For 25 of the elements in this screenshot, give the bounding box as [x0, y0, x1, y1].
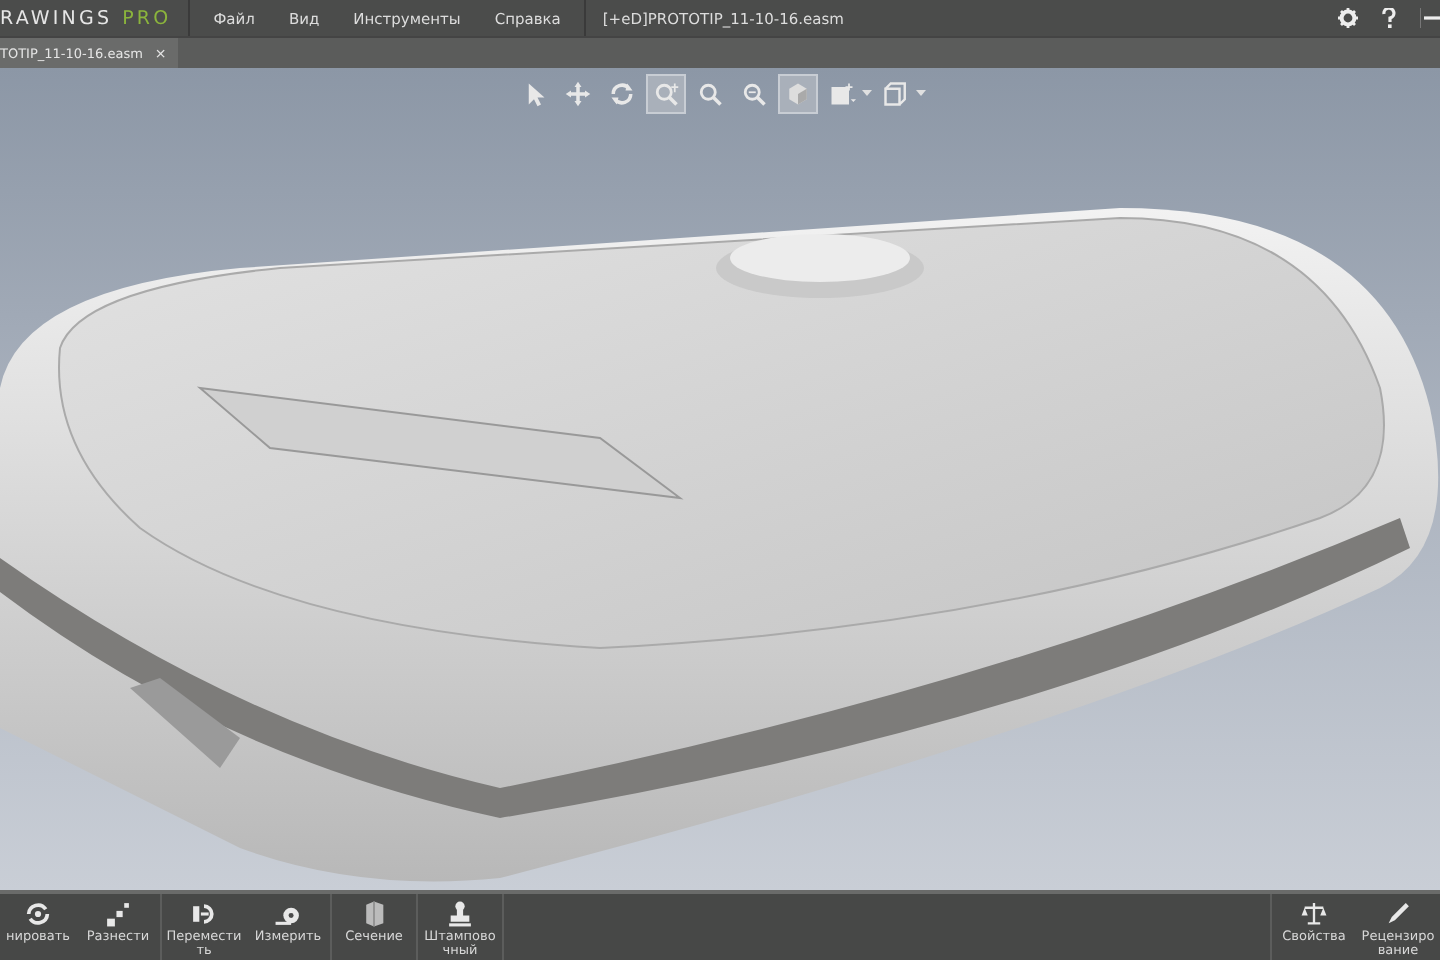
app-logo: RAWINGS [0, 7, 113, 29]
four-arrows-icon [564, 80, 592, 108]
caret-icon[interactable] [916, 90, 926, 98]
minimize-icon[interactable] [1420, 8, 1440, 28]
zoom-area-icon [652, 80, 680, 108]
settings-icon[interactable] [1338, 8, 1358, 28]
steps-icon [104, 900, 132, 928]
shaded-box-icon [828, 80, 856, 108]
help-icon[interactable] [1382, 8, 1396, 28]
zoom-area-tool-button[interactable] [646, 74, 686, 114]
section-cube-icon [360, 900, 388, 928]
stamp-icon [446, 900, 474, 928]
box-outline-icon [882, 80, 910, 108]
cycle-icon [24, 900, 52, 928]
scales-icon [1300, 900, 1328, 928]
zoom-out-icon [740, 80, 768, 108]
move-part-icon [190, 900, 218, 928]
zoom-icon [696, 80, 724, 108]
device-model-drawing[interactable] [0, 208, 1439, 882]
display-tool-button[interactable] [778, 74, 818, 114]
cube-icon [784, 80, 812, 108]
rotate-icon [608, 80, 636, 108]
app-edition-label: PRO [122, 7, 172, 29]
caret-icon[interactable] [862, 90, 872, 98]
pen-icon [1384, 900, 1412, 928]
